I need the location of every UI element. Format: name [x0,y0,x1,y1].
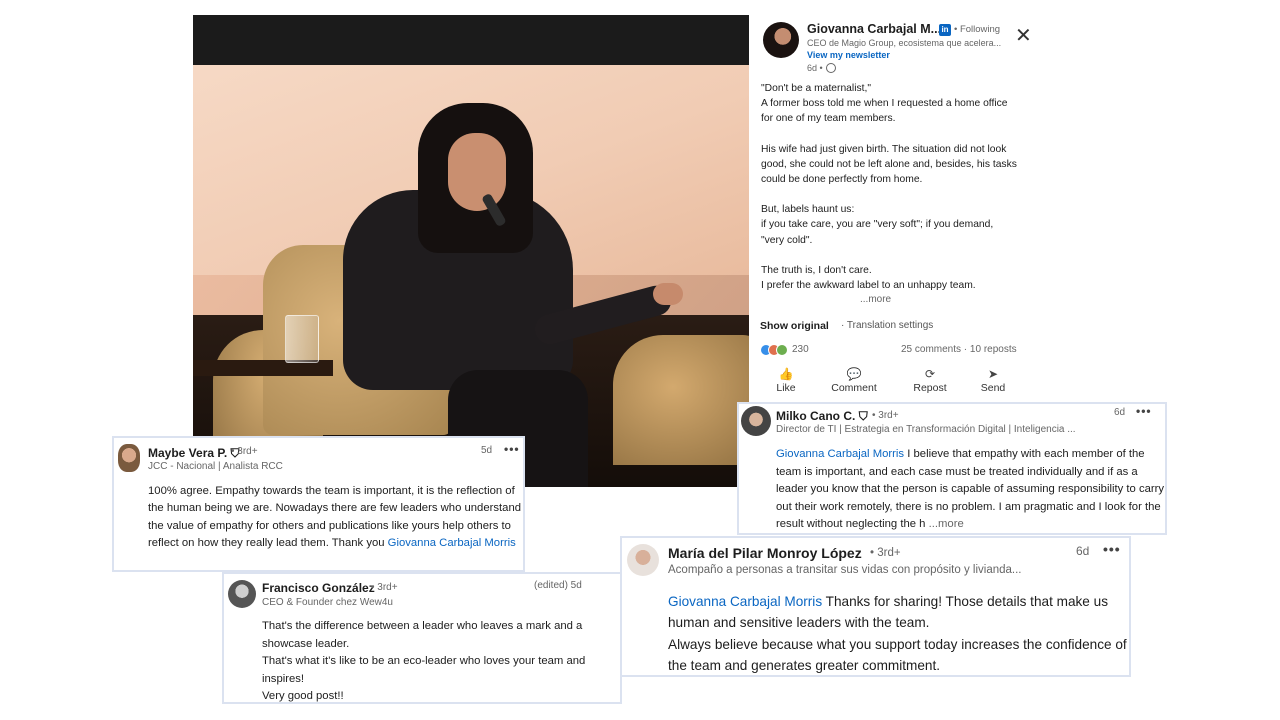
comments-reposts-count[interactable]: 25 comments · 10 reposts [901,344,1017,355]
commenter-headline: Acompaño a personas a transitar sus vida… [668,564,1022,576]
post-time: 6d • [807,63,823,73]
commenter-headline: CEO & Founder chez Wew4u [262,597,393,608]
commenter-name[interactable]: Milko Cano C. ⛉ [776,409,868,424]
commenter-headline: JCC - Nacional | Analista RCC [148,461,283,472]
reaction-count[interactable]: 230 [792,344,809,355]
send-label: Send [980,382,1006,394]
comment-time: (edited) 5d [534,580,582,591]
armchair-right [613,335,749,465]
author-avatar[interactable] [763,22,799,58]
post-image[interactable] [193,15,749,487]
mention-link[interactable]: Giovanna Carbajal Morris [668,594,822,609]
see-more-link[interactable]: ...more [860,294,891,305]
commenter-headline: Director de TI | Estrategia en Transform… [776,424,1076,435]
globe-icon [826,63,836,73]
commenter-name[interactable]: María del Pilar Monroy López [668,545,862,561]
verified-shield-icon: ⛉ [858,409,868,423]
like-label: Like [776,382,796,394]
repost-icon: ⟳ [924,367,936,381]
send-icon: ➤ [987,367,999,381]
translation-settings-link[interactable]: · Translation settings [841,320,933,331]
post-paragraph: "Don't be a maternalist," A former boss … [761,83,1008,125]
author-headline: CEO de Magio Group, ecosistema que acele… [807,38,1002,48]
comment-card: Francisco González • 3rd+ CEO & Founder … [222,572,622,704]
speaker-hand [653,283,683,305]
comment-card: Milko Cano C. ⛉ • 3rd+ Director de TI | … [737,402,1167,535]
reaction-icons[interactable] [760,344,790,356]
post-paragraph: His wife had just given birth. The situa… [761,143,1017,186]
like-button[interactable]: 👍 Like [756,367,816,394]
following-status: • Following [954,24,1001,35]
mention-link[interactable]: Giovanna Carbajal Morris [388,537,516,549]
commenter-name[interactable]: Francisco González [262,581,375,595]
comment-card: Maybe Vera P. ⛉ • 3rd+ JCC - Nacional | … [112,436,525,572]
linkedin-icon: in [939,24,951,36]
comment-label: Comment [831,382,877,394]
water-glass [285,315,319,363]
comment-time: 6d [1114,407,1126,418]
image-top-band [193,15,749,65]
post-paragraph: The truth is, I don't care. I prefer the… [761,264,976,292]
more-options-icon[interactable]: ••• [1136,404,1152,418]
connection-degree: • 3rd+ [870,547,901,559]
comment-text: That's the difference between a leader w… [262,620,586,703]
commenter-avatar[interactable] [741,406,771,436]
commenter-avatar[interactable] [118,444,140,472]
commenter-avatar[interactable] [228,580,256,608]
repost-button[interactable]: ⟳ Repost [900,367,960,394]
comment-text: Giovanna Carbajal Morris I believe that … [776,448,1165,531]
author-name[interactable]: Giovanna Carbajal M... [807,22,941,36]
comment-icon: 💬 [846,367,862,381]
connection-degree: • 3rd+ [872,410,899,421]
comment-button[interactable]: 💬 Comment [824,367,884,394]
comment-text: Giovanna Carbajal Morris Thanks for shar… [668,594,1127,674]
close-icon[interactable]: ✕ [1015,26,1032,46]
like-icon: 👍 [778,367,794,381]
connection-degree: • 3rd+ [231,446,258,457]
more-options-icon[interactable]: ••• [1103,541,1121,557]
comment-time: 6d [1076,544,1090,558]
post-paragraph: But, labels haunt us: if you take care, … [761,204,994,246]
show-original-link[interactable]: Show original [760,320,829,332]
newsletter-link[interactable]: View my newsletter [807,50,890,60]
post-text: "Don't be a maternalist," A former boss … [761,81,1031,308]
commenter-name[interactable]: Maybe Vera P. ⛉ [148,446,240,461]
see-more-link[interactable]: ...more [925,518,964,530]
repost-label: Repost [913,382,947,394]
mention-link[interactable]: Giovanna Carbajal Morris [776,448,904,460]
post-panel: Giovanna Carbajal M... in • Following CE… [749,15,1039,407]
commenter-avatar[interactable] [627,544,659,576]
more-options-icon[interactable]: ••• [504,442,520,456]
speaker-face [448,133,506,211]
connection-degree: • 3rd+ [371,582,398,593]
send-button[interactable]: ➤ Send [963,367,1023,394]
comment-time: 5d [481,445,493,456]
support-reaction-icon [776,344,788,356]
comment-text: 100% agree. Empathy towards the team is … [148,485,522,550]
comment-card: María del Pilar Monroy López • 3rd+ Acom… [620,536,1131,677]
